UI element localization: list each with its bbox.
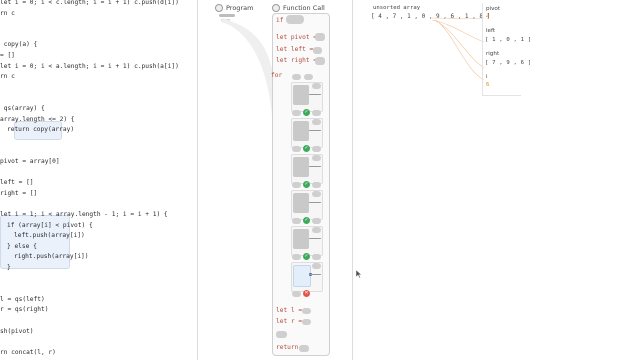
iteration-block[interactable] — [293, 193, 309, 213]
pivot-value-pill[interactable] — [315, 33, 325, 41]
left-value-pill[interactable] — [313, 47, 322, 54]
iteration-connector — [309, 274, 321, 275]
iteration-pill[interactable] — [312, 146, 321, 152]
code-line[interactable]: let i = 1; i < array.length - 1; i = i +… — [0, 210, 168, 220]
code-line[interactable]: right = [] — [0, 189, 37, 199]
code-line[interactable]: pivot = array[0] — [0, 157, 60, 167]
stmt-right: let right = — [276, 57, 317, 64]
check-icon: ✓ — [303, 217, 310, 224]
iteration-pill[interactable] — [292, 254, 301, 260]
l-value-pill[interactable] — [302, 308, 311, 314]
var-pivot-value[interactable]: 4 — [486, 14, 490, 20]
iteration-connector — [309, 94, 321, 95]
code-line[interactable]: let i = 0; i < a.length; i = i + 1) c.pu… — [0, 62, 179, 72]
code-line[interactable]: qs(array) { — [0, 104, 45, 114]
check-icon: ✓ — [303, 181, 310, 188]
code-line[interactable]: left = [] — [0, 178, 34, 188]
var-i-label: i — [486, 74, 488, 80]
code-line[interactable]: right.push(array[i]) — [14, 252, 89, 262]
iteration-pill[interactable] — [292, 74, 301, 80]
code-line[interactable]: return copy(array) — [7, 125, 74, 135]
iteration-pill[interactable] — [312, 254, 321, 260]
var-pivot-label: pivot — [486, 6, 501, 12]
var-right-label: right — [486, 51, 500, 57]
iteration-pill[interactable] — [292, 218, 301, 224]
iteration-pill[interactable] — [312, 218, 321, 224]
stmt-left: let left = — [276, 46, 314, 53]
r-value-pill[interactable] — [302, 319, 311, 325]
code-line[interactable]: = [] — [0, 51, 15, 61]
stmt-let-r: let r = — [276, 318, 303, 325]
iteration-block[interactable] — [293, 85, 309, 105]
iteration-pill[interactable] — [312, 191, 321, 197]
stmt-pivot: let pivot = — [276, 34, 317, 41]
iteration-pill[interactable] — [312, 227, 321, 233]
code-line[interactable]: rn c — [0, 72, 15, 82]
code-line[interactable]: } — [7, 263, 11, 273]
code-editor[interactable]: let i = 0; i < c.length; i = i + 1) c.pu… — [0, 0, 196, 360]
iteration-connector — [309, 130, 321, 131]
iteration-pill[interactable] — [312, 83, 321, 89]
iteration-connector — [309, 166, 321, 167]
iteration-pill[interactable] — [292, 110, 301, 116]
code-line[interactable]: array.length <= 2) { — [0, 115, 75, 125]
right-value-pill[interactable] — [315, 57, 325, 65]
iteration-connector — [309, 238, 321, 239]
iteration-connector — [309, 202, 321, 203]
code-line[interactable]: rn concat(l, r) — [0, 348, 56, 358]
stmt-return: return — [276, 344, 299, 351]
function-call-header-pill[interactable] — [286, 15, 304, 24]
return-value-pill[interactable] — [299, 345, 309, 352]
divider-code — [197, 0, 198, 360]
var-i-value[interactable]: 6 — [486, 82, 490, 88]
iteration-block[interactable] — [293, 121, 309, 141]
code-line[interactable]: } else { — [7, 242, 37, 252]
iteration-pill[interactable] — [312, 182, 321, 188]
iteration-pill[interactable] — [292, 146, 301, 152]
divider-viz — [352, 0, 353, 360]
iteration-block[interactable] — [293, 229, 309, 249]
stmt-let-l: let l = — [276, 307, 303, 314]
stmt-if: if — [276, 17, 284, 24]
mouse-cursor-icon — [356, 270, 362, 278]
code-line[interactable]: sh(pivot) — [0, 327, 34, 337]
var-right-value[interactable]: [ 7 , 9 , 6 ] — [485, 60, 531, 66]
code-line[interactable]: let i = 0; i < c.length; i = i + 1) c.pu… — [0, 0, 179, 8]
iteration-pill[interactable] — [292, 291, 301, 297]
code-line[interactable]: r = qs(right) — [0, 305, 48, 315]
variable-connectors — [429, 17, 485, 81]
iteration-pill[interactable] — [292, 182, 301, 188]
var-left-value[interactable]: [ 1 , 0 , 1 ] — [485, 37, 531, 43]
check-icon: ✓ — [303, 253, 310, 260]
var-left-label: left — [486, 28, 496, 34]
iteration-pill[interactable] — [312, 263, 321, 269]
cross-icon: ✕ — [303, 290, 310, 297]
check-icon: ✓ — [303, 109, 310, 116]
unsorted-array-label: unsorted array — [373, 5, 421, 11]
stmt-for: for — [271, 72, 283, 79]
iteration-block[interactable] — [293, 265, 311, 287]
code-line[interactable]: rn c — [0, 9, 15, 19]
iteration-block[interactable] — [293, 157, 309, 177]
iteration-pill[interactable] — [312, 119, 321, 125]
iteration-pill[interactable] — [312, 110, 321, 116]
code-line[interactable]: copy(a) { — [0, 40, 38, 50]
iteration-pill[interactable] — [304, 74, 313, 80]
code-line[interactable]: if (array[i] < pivot) { — [7, 221, 93, 231]
code-line[interactable]: l = qs(left) — [0, 295, 45, 305]
iteration-pill[interactable] — [312, 155, 321, 161]
code-line[interactable]: left.push(array[i]) — [14, 231, 85, 241]
push-pill[interactable] — [276, 331, 287, 338]
check-icon: ✓ — [303, 145, 310, 152]
